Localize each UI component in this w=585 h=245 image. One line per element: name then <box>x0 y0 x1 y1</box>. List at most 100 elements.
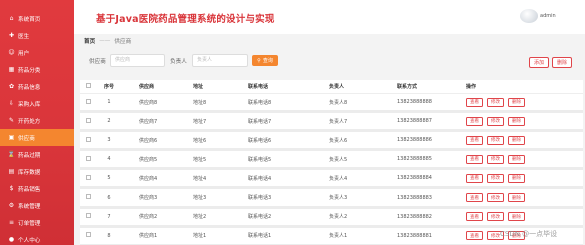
cell-phone: 13823888887 <box>397 118 432 125</box>
edit-button[interactable]: 修改 <box>487 173 504 183</box>
search-bar: 供应商 供应商 负责人 负责人 ⚲ 查询 添加 删除 <box>80 52 572 70</box>
purchase-icon: ⇩ <box>8 99 15 107</box>
sidebar-item[interactable]: ▦ 药品分类 <box>0 61 74 78</box>
cell-index: 7 <box>107 213 111 220</box>
cell-tel: 联系电话2 <box>248 214 272 221</box>
sidebar-item[interactable]: ▤ 库存数据 <box>0 163 74 180</box>
contact-input[interactable]: 负责人 <box>192 54 248 67</box>
cell-supplier: 供应商1 <box>139 233 158 240</box>
cell-index: 5 <box>107 175 111 182</box>
table-row: 3 供应商6 地址6 联系电话6 负责人6 13823888886 查看 修改 删除 <box>80 132 583 152</box>
sidebar-item[interactable]: ⌛ 药品过期 <box>0 146 74 163</box>
sidebar-item[interactable]: ⌂ 系统首页 <box>0 10 74 27</box>
checkbox-box <box>86 136 91 142</box>
cell-phone: 13823888882 <box>397 213 432 220</box>
delete-button[interactable]: 删除 <box>552 57 572 68</box>
cell-address: 地址1 <box>193 233 207 240</box>
view-button[interactable]: 查看 <box>466 135 483 145</box>
supplier-input[interactable]: 供应商 <box>110 54 165 67</box>
select-all-checkbox[interactable] <box>80 83 94 90</box>
cell-phone: 13823888886 <box>397 137 432 144</box>
avatar[interactable] <box>520 9 538 23</box>
edit-button[interactable]: 修改 <box>487 97 504 107</box>
cell-address: 地址3 <box>193 195 207 202</box>
checkbox-box <box>86 213 91 219</box>
cell-operations: 查看 修改 删除 <box>466 193 583 203</box>
row-checkbox[interactable] <box>80 155 94 163</box>
view-button[interactable]: 查看 <box>466 116 483 126</box>
table-row: 1 供应商8 地址8 联系电话8 负责人8 13823888888 查看 修改 删除 <box>80 94 583 114</box>
cell-phone: 13823888884 <box>397 175 432 182</box>
order-icon: ≡ <box>8 218 15 226</box>
query-button-label: 查询 <box>262 58 273 64</box>
delete-row-button[interactable]: 删除 <box>508 193 525 203</box>
delete-row-button[interactable]: 删除 <box>508 173 525 183</box>
sidebar-item[interactable]: ⇩ 采购入库 <box>0 95 74 112</box>
add-button[interactable]: 添加 <box>529 57 549 68</box>
edit-button[interactable]: 修改 <box>487 154 504 164</box>
edit-button[interactable]: 修改 <box>487 212 504 222</box>
cell-operations: 查看 修改 删除 <box>466 212 583 222</box>
row-checkbox[interactable] <box>80 194 94 201</box>
view-button[interactable]: 查看 <box>466 173 483 183</box>
query-button[interactable]: ⚲ 查询 <box>252 55 278 66</box>
supplier-label: 供应商 <box>89 59 106 65</box>
view-button[interactable]: 查看 <box>466 231 483 241</box>
breadcrumb-current: 供应商 <box>114 38 132 45</box>
sidebar-item[interactable]: ✿ 药品信息 <box>0 78 74 95</box>
sidebar-item-label: 采购入库 <box>18 101 41 108</box>
row-checkbox[interactable] <box>80 98 94 106</box>
delete-row-button[interactable]: 删除 <box>508 154 525 164</box>
sidebar-item-label: 用户 <box>18 50 30 57</box>
edit-button[interactable]: 修改 <box>487 135 504 145</box>
supplier-icon: ▣ <box>8 133 15 141</box>
header-supplier: 供应商 <box>139 84 155 90</box>
cell-tel: 联系电话4 <box>248 175 272 182</box>
sidebar-item[interactable]: ⚙ 系统管理 <box>0 197 74 214</box>
cell-index: 6 <box>107 194 111 201</box>
view-button[interactable]: 查看 <box>466 212 483 222</box>
cell-operations: 查看 修改 删除 <box>466 173 583 183</box>
sidebar: ⌂ 系统首页 ✚ 医生 ☺ 用户 ▦ 药品分类 ✿ 药品信息 ⇩ 采购入库 ✎ 开药处方 ▣ 供应商 ⌛ 药品过期… <box>0 0 74 245</box>
prescription-icon: ✎ <box>8 116 15 124</box>
sidebar-item[interactable]: $ 药品销售 <box>0 180 74 197</box>
edit-button[interactable]: 修改 <box>487 116 504 126</box>
sidebar-item[interactable]: ✚ 医生 <box>0 27 74 44</box>
table-row: 7 供应商2 地址2 联系电话2 负责人2 13823888882 查看 修改 删除 <box>80 208 583 228</box>
cell-contact: 负责人4 <box>329 175 348 182</box>
cell-address: 地址8 <box>193 99 207 106</box>
sidebar-item-label: 医生 <box>18 33 30 40</box>
cell-supplier: 供应商6 <box>139 137 158 144</box>
contact-label: 负责人 <box>170 59 187 65</box>
delete-row-button[interactable]: 删除 <box>508 116 525 126</box>
row-checkbox[interactable] <box>80 117 94 125</box>
cell-contact: 负责人5 <box>329 156 348 163</box>
delete-row-button[interactable]: 删除 <box>508 212 525 222</box>
row-checkbox[interactable] <box>80 232 94 239</box>
row-checkbox[interactable] <box>80 174 94 182</box>
row-checkbox[interactable] <box>80 213 94 220</box>
cell-contact: 负责人8 <box>329 99 348 106</box>
view-button[interactable]: 查看 <box>466 97 483 107</box>
sidebar-item[interactable]: ▣ 供应商 <box>0 129 74 146</box>
breadcrumb-home[interactable]: 首页 <box>84 37 95 45</box>
checkbox-box <box>86 155 91 161</box>
table-header: 序号 供应商 地址 联系电话 负责人 联系方式 操作 <box>80 80 583 94</box>
search-icon: ⚲ <box>257 57 261 64</box>
delete-row-button[interactable]: 删除 <box>508 135 525 145</box>
sidebar-item[interactable]: ✎ 开药处方 <box>0 112 74 129</box>
checkbox-box <box>86 117 91 123</box>
user-name[interactable]: admin <box>540 13 556 19</box>
header-phone: 联系方式 <box>397 84 418 90</box>
sidebar-item[interactable]: ☺ 用户 <box>0 44 74 61</box>
checkbox-box <box>86 232 91 238</box>
sidebar-item[interactable]: ● 个人中心 <box>0 231 74 245</box>
view-button[interactable]: 查看 <box>466 154 483 164</box>
edit-button[interactable]: 修改 <box>487 193 504 203</box>
cell-supplier: 供应商8 <box>139 99 158 106</box>
row-checkbox[interactable] <box>80 136 94 144</box>
sidebar-item[interactable]: ≡ 订单管理 <box>0 214 74 231</box>
view-button[interactable]: 查看 <box>466 193 483 203</box>
delete-row-button[interactable]: 删除 <box>508 97 525 107</box>
cell-tel: 联系电话1 <box>248 233 272 240</box>
